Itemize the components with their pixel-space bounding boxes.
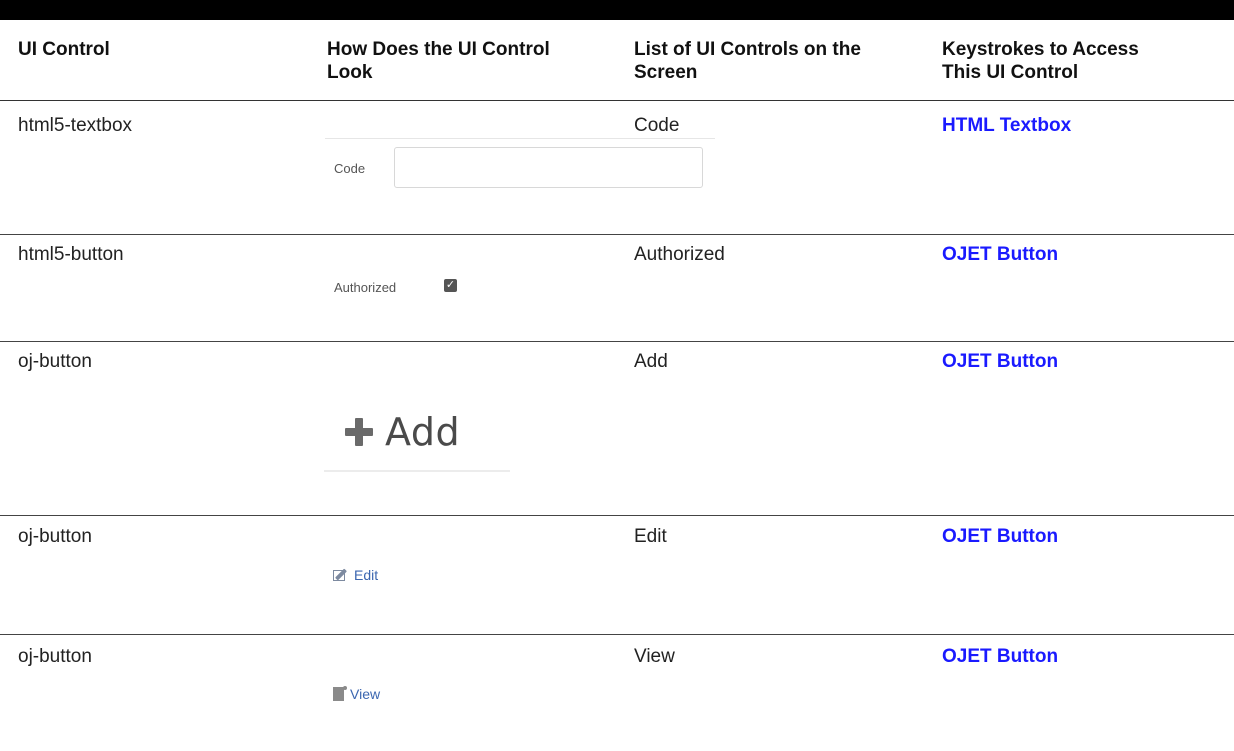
edit-button-preview[interactable]: Edit: [333, 567, 378, 583]
textbox-preview-divider: [325, 138, 715, 139]
row2-list: Authorized: [634, 244, 725, 265]
header-list-controls-line1: List of UI Controls on the: [634, 39, 861, 60]
row4-control: oj-button: [18, 526, 92, 547]
header-list-controls: List of UI Controls on the Screen: [634, 38, 861, 84]
row2-divider: [0, 341, 1234, 342]
row3-keystrokes-link[interactable]: OJET Button: [942, 350, 1058, 373]
add-button-preview[interactable]: Add: [345, 410, 460, 454]
row1-keystrokes-link[interactable]: HTML Textbox: [942, 114, 1071, 137]
textbox-preview-input[interactable]: [394, 147, 703, 188]
row2-control: html5-button: [18, 244, 124, 265]
add-button-underline: [324, 470, 510, 472]
header-how-look-line1: How Does the UI Control: [327, 39, 550, 60]
row3-divider: [0, 515, 1234, 516]
row5-keystrokes-link[interactable]: OJET Button: [942, 645, 1058, 668]
row3-control: oj-button: [18, 351, 92, 372]
plus-icon: [345, 418, 373, 446]
header-how-look: How Does the UI Control Look: [327, 38, 550, 84]
row5-list: View: [634, 646, 675, 667]
header-ui-control: UI Control: [18, 39, 110, 60]
header-keystrokes: Keystrokes to Access This UI Control: [942, 38, 1139, 84]
view-icon: [333, 686, 347, 702]
textbox-preview-label: Code: [334, 161, 366, 176]
row2-keystrokes-link[interactable]: OJET Button: [942, 243, 1058, 266]
row4-keystrokes-link[interactable]: OJET Button: [942, 525, 1058, 548]
header-keystrokes-line2: This UI Control: [942, 62, 1079, 83]
row4-list: Edit: [634, 526, 667, 547]
checkbox-preview-label: Authorized: [334, 280, 397, 295]
add-button-label: Add: [385, 410, 461, 454]
checkbox-icon[interactable]: ✓: [444, 279, 457, 292]
top-band: [0, 0, 1234, 20]
row1-list: Code: [634, 115, 680, 136]
header-list-controls-line2: Screen: [634, 62, 698, 83]
row1-control: html5-textbox: [18, 115, 133, 136]
edit-icon: [333, 568, 350, 582]
row3-list: Add: [634, 351, 668, 372]
header-divider: [0, 100, 1234, 101]
row4-divider: [0, 634, 1234, 635]
view-button-preview[interactable]: View: [333, 686, 380, 702]
edit-button-label: Edit: [354, 567, 379, 583]
header-how-look-line2: Look: [327, 62, 373, 83]
row5-control: oj-button: [18, 646, 92, 667]
header-keystrokes-line1: Keystrokes to Access: [942, 39, 1139, 60]
view-button-label: View: [350, 686, 381, 702]
row1-divider: [0, 234, 1234, 235]
